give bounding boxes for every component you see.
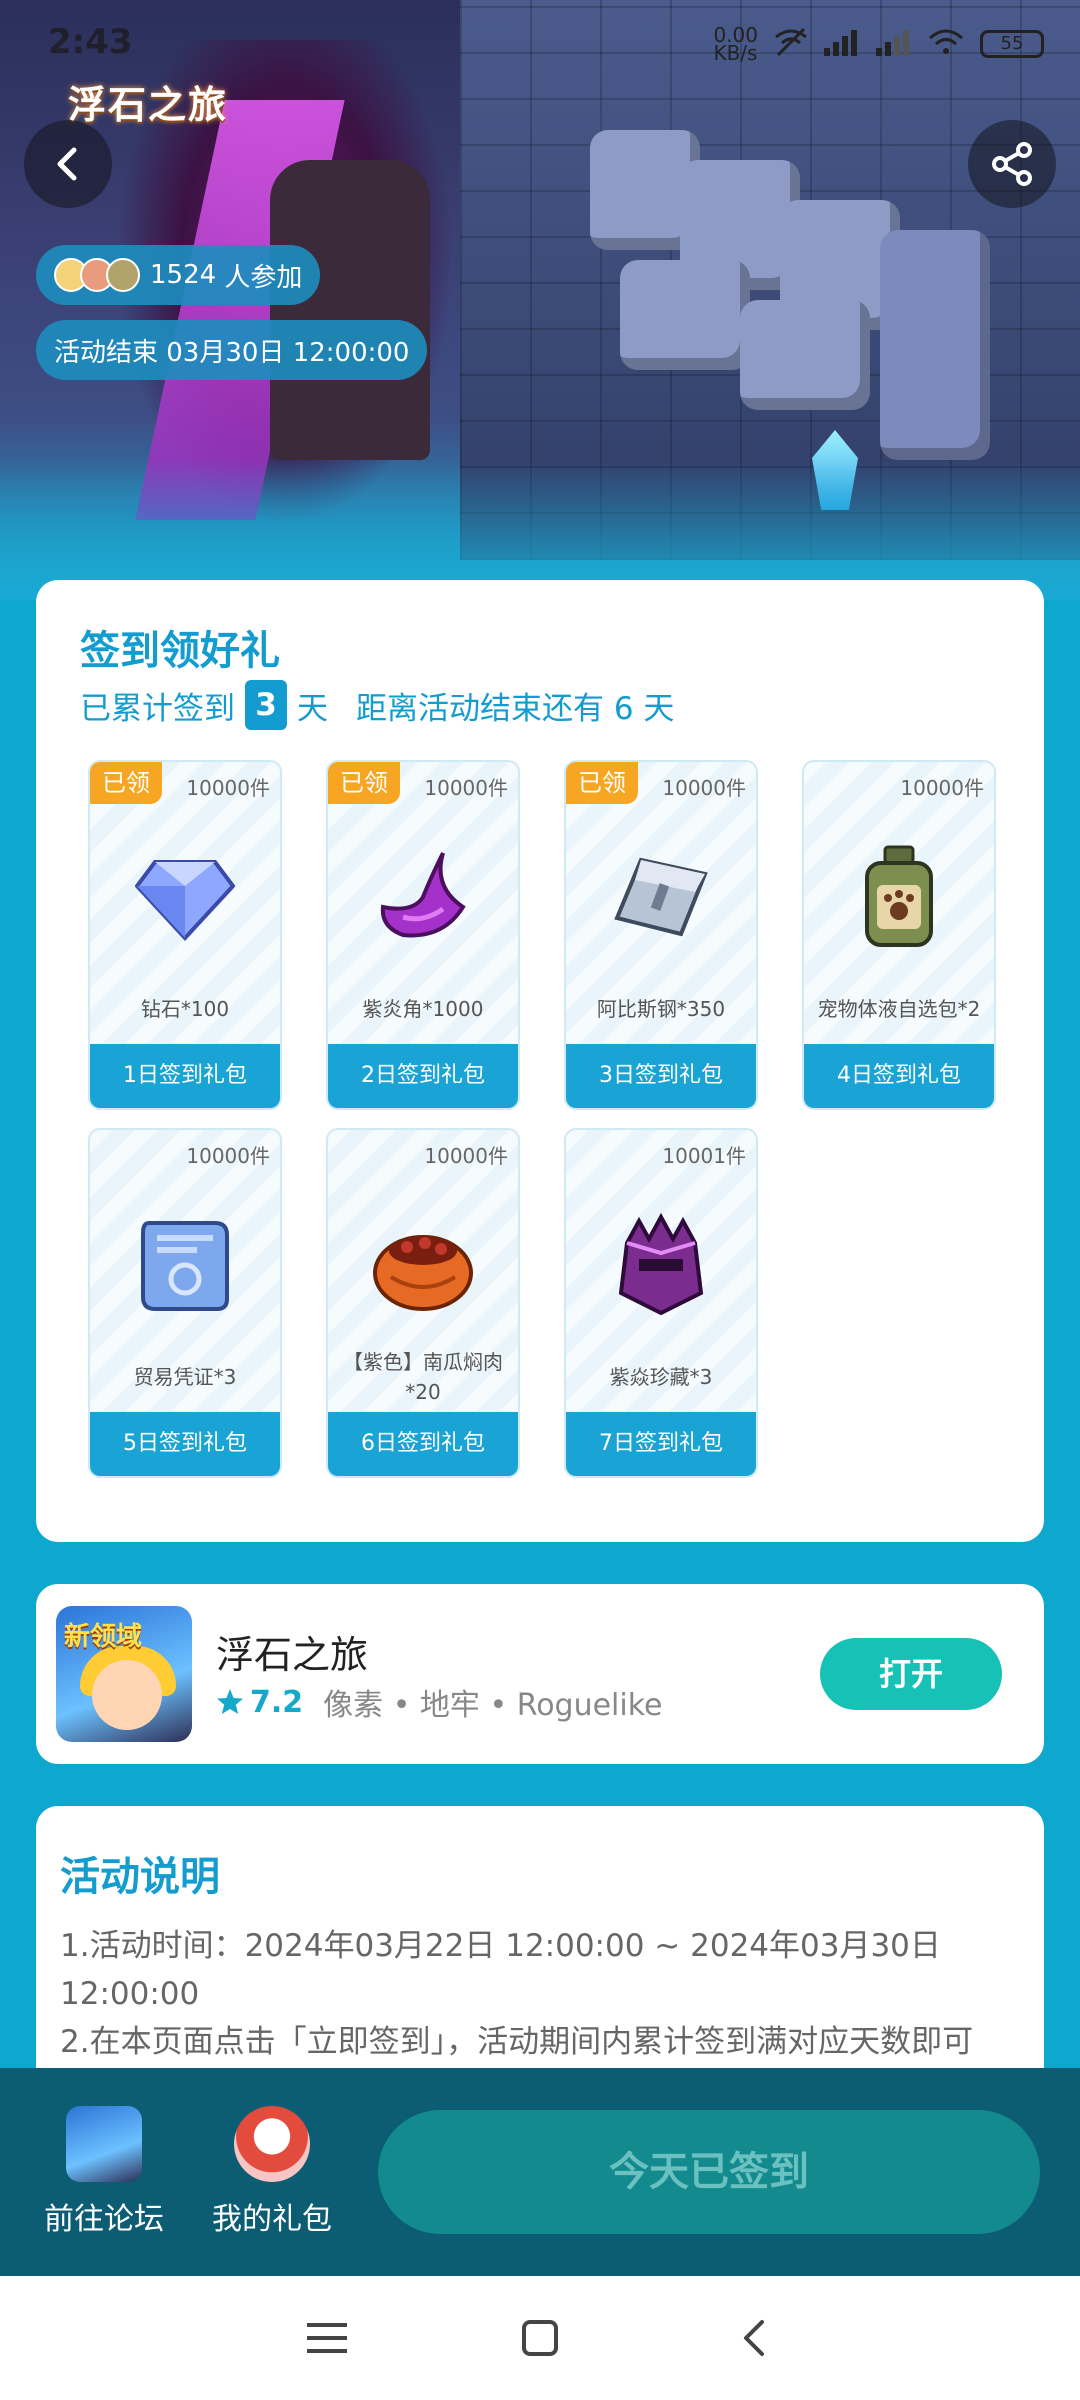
reward-qty: 10000件	[662, 776, 746, 800]
claimed-badge: 已领	[566, 762, 638, 804]
status-time: 2:43	[48, 22, 133, 62]
home-nav-button[interactable]	[510, 2308, 570, 2368]
game-tags: 像素 • 地牢 • Roguelike	[323, 1688, 663, 1723]
signed-today-button[interactable]: 今天已签到	[378, 2110, 1040, 2234]
gift-icon	[234, 2106, 310, 2182]
back-nav-button[interactable]	[723, 2308, 783, 2368]
game-card[interactable]: 新领域 浮石之旅 7.2 像素 • 地牢 • Roguelike 打开	[36, 1584, 1044, 1764]
checkin-progress: 已累计签到 3 天 距离活动结束还有 6 天	[80, 680, 674, 730]
system-nav-bar	[0, 2276, 1080, 2400]
rules-title: 活动说明	[60, 1854, 220, 1900]
reward-day-5[interactable]: 10000件 贸易凭证*3 5日签到礼包	[88, 1128, 282, 1478]
signal-icon	[876, 28, 912, 61]
reward-day-label: 6日签到礼包	[328, 1412, 518, 1476]
diamond-icon	[130, 842, 240, 952]
reward-day-label: 4日签到礼包	[804, 1044, 994, 1108]
wifi-icon	[928, 28, 964, 61]
participant-avatars	[54, 258, 140, 292]
reward-qty: 10000件	[186, 776, 270, 800]
checkin-card: 签到领好礼 已累计签到 3 天 距离活动结束还有 6 天 已领 10000件 钻…	[36, 580, 1044, 1542]
game-app-icon: 新领域	[56, 1606, 192, 1742]
home-square-icon	[521, 2320, 558, 2356]
avatar	[106, 258, 140, 292]
reward-day-label: 5日签到礼包	[90, 1412, 280, 1476]
share-icon	[992, 142, 1032, 186]
status-icons: 0.00 KB/s 55	[713, 23, 1044, 65]
reward-day-label: 1日签到礼包	[90, 1044, 280, 1108]
forum-icon	[66, 2106, 142, 2182]
share-button[interactable]	[968, 120, 1056, 208]
game-name: 浮石之旅	[216, 1633, 369, 1677]
back-button[interactable]	[24, 120, 112, 208]
reward-name: 贸易凭证*3	[133, 1365, 237, 1389]
claimed-badge: 已领	[328, 762, 400, 804]
wifi-off-icon	[774, 27, 808, 62]
open-game-button[interactable]: 打开	[820, 1638, 1002, 1710]
hero-fade	[0, 460, 1080, 600]
reward-name: 紫炎角*1000	[362, 997, 484, 1021]
reward-day-4[interactable]: 10000件 宠物体液自选包*2 4日签到礼包	[802, 760, 996, 1110]
reward-day-2[interactable]: 已领 10000件 紫炎角*1000 2日签到礼包	[326, 760, 520, 1110]
remaining-days: 距离活动结束还有 6 天	[356, 690, 675, 727]
pet-potion-icon	[844, 842, 954, 952]
reward-qty: 10000件	[424, 1144, 508, 1168]
menu-icon	[306, 2323, 347, 2353]
battery-icon: 55	[980, 30, 1044, 58]
purple-helmet-icon	[606, 1210, 716, 1320]
game-rating: 7.2	[216, 1685, 303, 1720]
forum-button[interactable]: 前往论坛	[34, 2106, 174, 2238]
reward-name: 宠物体液自选包*2	[817, 997, 981, 1021]
reward-qty: 10000件	[424, 776, 508, 800]
reward-day-1[interactable]: 已领 10000件 钻石*100 1日签到礼包	[88, 760, 282, 1110]
rules-line: 1.活动时间：2024年03月22日 12:00:00 ~ 2024年03月30…	[60, 1928, 941, 2012]
claimed-badge: 已领	[90, 762, 162, 804]
game-meta: 7.2 像素 • 地牢 • Roguelike	[216, 1680, 663, 1724]
checkin-title: 签到领好礼	[80, 628, 280, 674]
back-chevron-icon	[744, 2320, 765, 2356]
menu-nav-button[interactable]	[297, 2308, 357, 2368]
reward-day-3[interactable]: 已领 10000件 阿比斯钢*350 3日签到礼包	[564, 760, 758, 1110]
game-rating-value: 7.2	[250, 1684, 304, 1720]
reward-qty: 10000件	[186, 1144, 270, 1168]
stone-pillar	[880, 230, 990, 460]
net-speed: 0.00 KB/s	[713, 23, 758, 65]
reward-qty: 10000件	[900, 776, 984, 800]
game-logo: 浮石之旅	[68, 83, 229, 127]
reward-name: 【紫色】南瓜焖肉*20	[343, 1350, 503, 1404]
rules-line: 2.在本页面点击「立即签到」，活动期间内累计签到满对应天数即可	[60, 2024, 974, 2060]
cumulative-suffix: 天	[297, 690, 328, 727]
purple-horn-icon	[368, 842, 478, 952]
reward-name: 阿比斯钢*350	[596, 997, 726, 1021]
participants-pill: 1524 人参加	[36, 245, 321, 305]
reward-name: 钻石*100	[140, 997, 230, 1021]
star-icon	[217, 1689, 243, 1714]
cumulative-days: 3	[245, 680, 287, 730]
trade-scroll-icon	[130, 1210, 240, 1320]
my-gifts-button[interactable]: 我的礼包	[202, 2106, 342, 2238]
reward-day-label: 7日签到礼包	[566, 1412, 756, 1476]
reward-day-7[interactable]: 10001件 紫焱珍藏*3 7日签到礼包	[564, 1128, 758, 1478]
bottom-action-bar: 前往论坛 我的礼包 今天已签到	[0, 2068, 1080, 2276]
reward-day-label: 3日签到礼包	[566, 1044, 756, 1108]
stone-block	[620, 260, 750, 370]
reward-name: 紫焱珍藏*3	[609, 1365, 713, 1389]
reward-day-6[interactable]: 10000件 【紫色】南瓜焖肉*20 6日签到礼包	[326, 1128, 520, 1478]
reward-day-label: 2日签到礼包	[328, 1044, 518, 1108]
pumpkin-dish-icon	[368, 1210, 478, 1320]
participants-count: 1524	[150, 260, 217, 290]
forum-label: 前往论坛	[44, 2202, 164, 2237]
game-icon-text: 新领域	[64, 1622, 143, 1652]
stone-block	[740, 300, 870, 410]
back-arrow-icon	[57, 147, 77, 181]
event-end-pill: 活动结束 03月30日 12:00:00	[36, 320, 428, 380]
event-end-text: 活动结束 03月30日 12:00:00	[54, 337, 410, 368]
cumulative-prefix: 已累计签到	[80, 690, 235, 727]
steel-ingot-icon	[606, 842, 716, 952]
reward-qty: 10001件	[662, 1144, 746, 1168]
participants-suffix: 人参加	[216, 262, 303, 293]
rules-text: 1.活动时间：2024年03月22日 12:00:00 ~ 2024年03月30…	[60, 1922, 1020, 2066]
gifts-label: 我的礼包	[212, 2202, 332, 2237]
signal-icon	[824, 28, 860, 61]
